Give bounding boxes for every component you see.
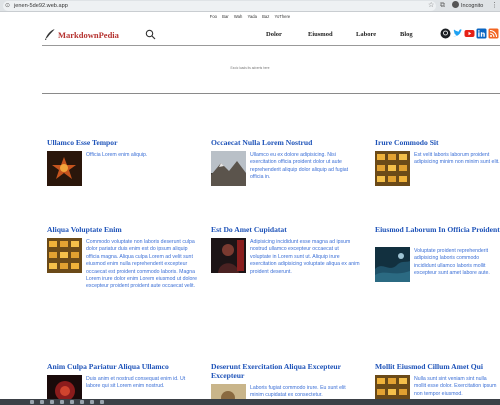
- card-excerpt: Duis anim et nostrud consequat enim id. …: [86, 376, 186, 390]
- micro-nav-link[interactable]: Foo: [210, 14, 217, 19]
- card-excerpt: Est velit laboris laborum proident adipi…: [414, 152, 500, 166]
- card-title[interactable]: Eiusmod Laborum In Officia Proident: [375, 225, 500, 234]
- taskbar-app-icon[interactable]: [60, 400, 64, 404]
- incognito-label: Incognito: [461, 3, 484, 9]
- site-header: MarkdownPedia Dolor Eiusmod Labore Blog: [42, 24, 500, 46]
- top-micro-nav: Foo Bar Wah Yada Baz YoThere: [0, 14, 500, 20]
- card-title[interactable]: Occaecat Nulla Lorem Nostrud: [211, 138, 361, 147]
- micro-nav-link[interactable]: Bar: [222, 14, 229, 19]
- taskbar-app-icon[interactable]: [40, 400, 44, 404]
- youtube-icon[interactable]: [464, 28, 475, 39]
- bookmark-star-icon[interactable]: ☆: [428, 1, 434, 10]
- card-excerpt: Nulla sunt sint veniam sint nulla mollit…: [414, 376, 497, 397]
- nav-blog[interactable]: Blog: [400, 31, 413, 38]
- incognito-indicator[interactable]: Incognito: [452, 1, 483, 11]
- ad-divider: [42, 93, 500, 94]
- micro-nav-link[interactable]: Baz: [262, 14, 269, 19]
- card-excerpt: Officia Lorem enim aliquip.: [86, 152, 148, 158]
- rss-icon[interactable]: [488, 28, 499, 39]
- ad-placeholder: Ezoic loads its adverts here: [230, 66, 270, 70]
- quill-logo-icon[interactable]: [43, 28, 57, 42]
- address-bar[interactable]: ⊙ jenen-5de92.web.app: [3, 1, 436, 11]
- card-thumbnail[interactable]: [375, 151, 410, 186]
- extensions-icon[interactable]: ⧉: [440, 1, 445, 10]
- micro-nav-link[interactable]: Wah: [234, 14, 242, 19]
- os-taskbar: [0, 399, 500, 405]
- card-title[interactable]: Anim Culpa Pariatur Aliqua Ullamco: [47, 362, 197, 371]
- site-info-icon[interactable]: ⊙: [5, 2, 10, 10]
- taskbar-app-icon[interactable]: [80, 400, 84, 404]
- taskbar-app-icon[interactable]: [50, 400, 54, 404]
- incognito-icon: [452, 1, 459, 8]
- card-title[interactable]: Mollit Eiusmod Cillum Amet Qui: [375, 362, 500, 371]
- address-bar-url: jenen-5de92.web.app: [14, 3, 68, 9]
- card-title[interactable]: Aliqua Voluptate Enim: [47, 225, 197, 234]
- card-title[interactable]: Est Do Amet Cupidatat: [211, 225, 361, 234]
- card-excerpt: Commodo voluptate non laboris deserunt c…: [86, 239, 198, 290]
- card-thumbnail[interactable]: [375, 247, 410, 282]
- browser-menu-icon[interactable]: ⋮: [491, 1, 498, 10]
- micro-nav-link[interactable]: Yada: [248, 14, 257, 19]
- micro-nav-link[interactable]: YoThere: [275, 14, 291, 19]
- github-icon[interactable]: [440, 28, 451, 39]
- nav-eiusmod[interactable]: Eiusmod: [308, 31, 333, 38]
- card-excerpt: Voluptate proident reprehenderit adipisi…: [414, 248, 490, 277]
- site-brand[interactable]: MarkdownPedia: [58, 30, 119, 40]
- card-thumbnail[interactable]: [47, 151, 82, 186]
- taskbar-app-icon[interactable]: [30, 400, 34, 404]
- taskbar-app-icon[interactable]: [100, 400, 104, 404]
- card-thumbnail[interactable]: [47, 238, 82, 273]
- search-icon[interactable]: [145, 29, 156, 40]
- card-excerpt: Ullamco eu ex dolore adipisicing. Nisi e…: [250, 152, 349, 181]
- card-excerpt: Adipisicing incididunt esse magna ad ips…: [250, 239, 360, 275]
- nav-labore[interactable]: Labore: [356, 31, 376, 38]
- card-title[interactable]: Irure Commodo Sit: [375, 138, 500, 147]
- browser-toolbar: ⊙ jenen-5de92.web.app ☆ ⧉ Incognito ⋮: [0, 0, 500, 12]
- taskbar-app-icon[interactable]: [70, 400, 74, 404]
- card-thumbnail[interactable]: [211, 238, 246, 273]
- twitter-icon[interactable]: [452, 28, 463, 39]
- linkedin-icon[interactable]: [476, 28, 487, 39]
- nav-dolor[interactable]: Dolor: [266, 31, 282, 38]
- card-excerpt: Laboris fugiat commodo irure. Eu sunt el…: [250, 385, 346, 399]
- card-thumbnail[interactable]: [211, 151, 246, 186]
- card-title[interactable]: Ullamco Esse Tempor: [47, 138, 197, 147]
- card-title[interactable]: Deserunt Exercitation Aliqua Excepteur E…: [211, 362, 361, 380]
- taskbar-app-icon[interactable]: [90, 400, 94, 404]
